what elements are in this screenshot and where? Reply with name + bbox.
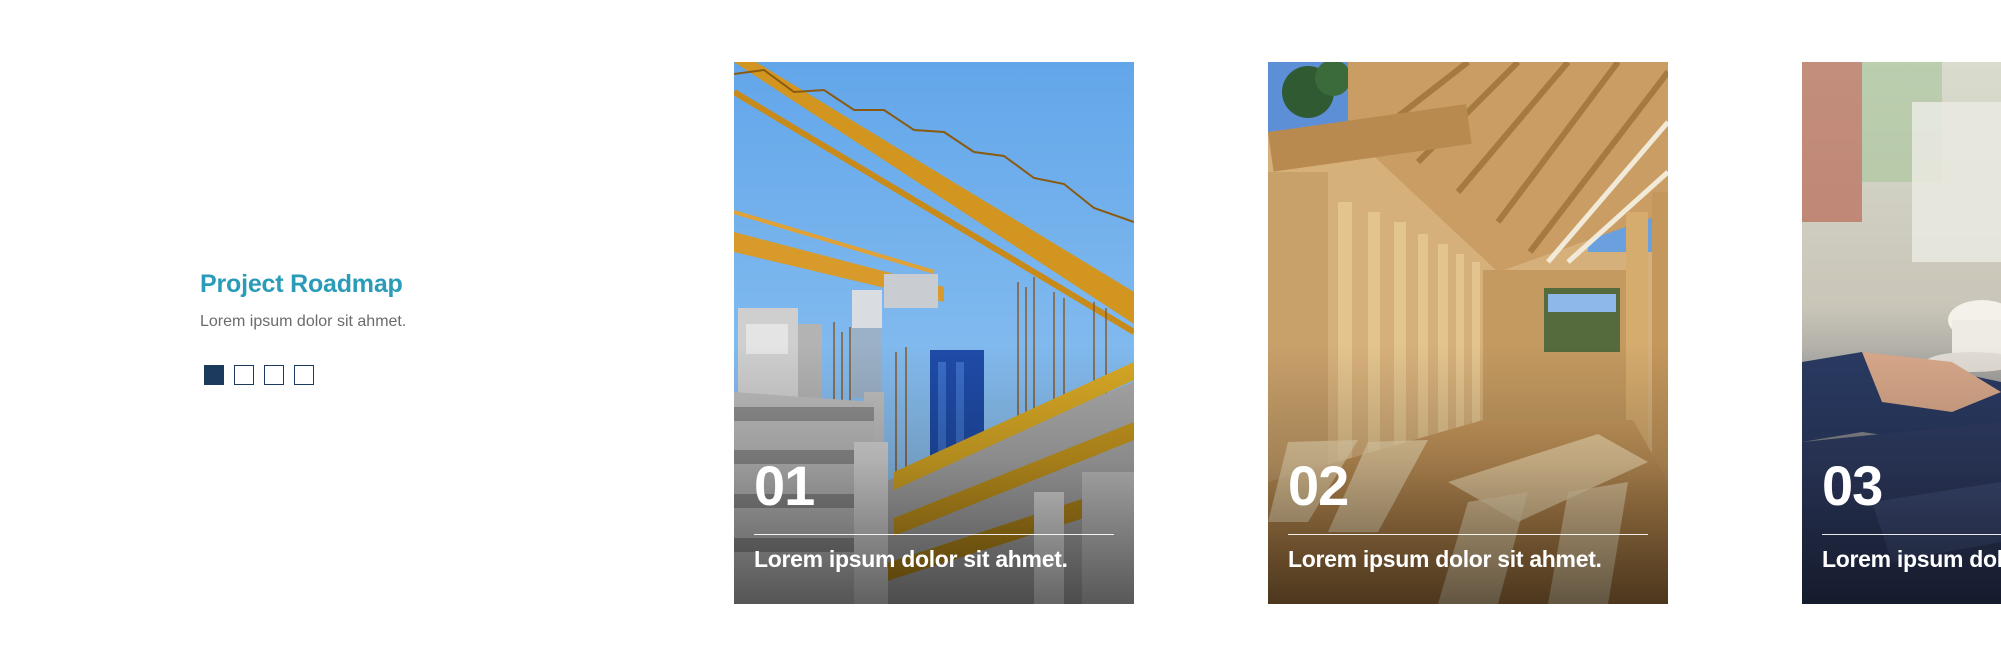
card-divider <box>754 534 1114 535</box>
pagination-dot-1[interactable] <box>204 365 224 385</box>
card-caption: Lorem ipsum dolor sit ahmet. <box>1288 546 1602 572</box>
card-divider <box>1288 534 1648 535</box>
roadmap-card-1[interactable]: 01 Lorem ipsum dolor sit ahmet. <box>734 62 1134 604</box>
roadmap-card-2[interactable]: 02 Lorem ipsum dolor sit ahmet. <box>1268 62 1668 604</box>
card-number: 02 <box>1288 454 1349 517</box>
intro-block: Project Roadmap Lorem ipsum dolor sit ah… <box>200 270 560 331</box>
card-caption: Lorem ipsum dolor sit ahmet. <box>1822 546 2001 572</box>
card-number: 01 <box>754 454 815 517</box>
card-divider <box>1822 534 2001 535</box>
roadmap-card-3[interactable]: 03 Lorem ipsum dolor sit ahmet. <box>1802 62 2001 604</box>
card-caption: Lorem ipsum dolor sit ahmet. <box>754 546 1068 572</box>
section-title: Project Roadmap <box>200 270 403 298</box>
pagination-dot-2[interactable] <box>234 365 254 385</box>
section-subtitle: Lorem ipsum dolor sit ahmet. <box>200 313 407 330</box>
card-number: 03 <box>1822 454 1883 517</box>
pagination-dot-3[interactable] <box>264 365 284 385</box>
pagination-dot-4[interactable] <box>294 365 314 385</box>
slider-pagination <box>204 365 314 385</box>
